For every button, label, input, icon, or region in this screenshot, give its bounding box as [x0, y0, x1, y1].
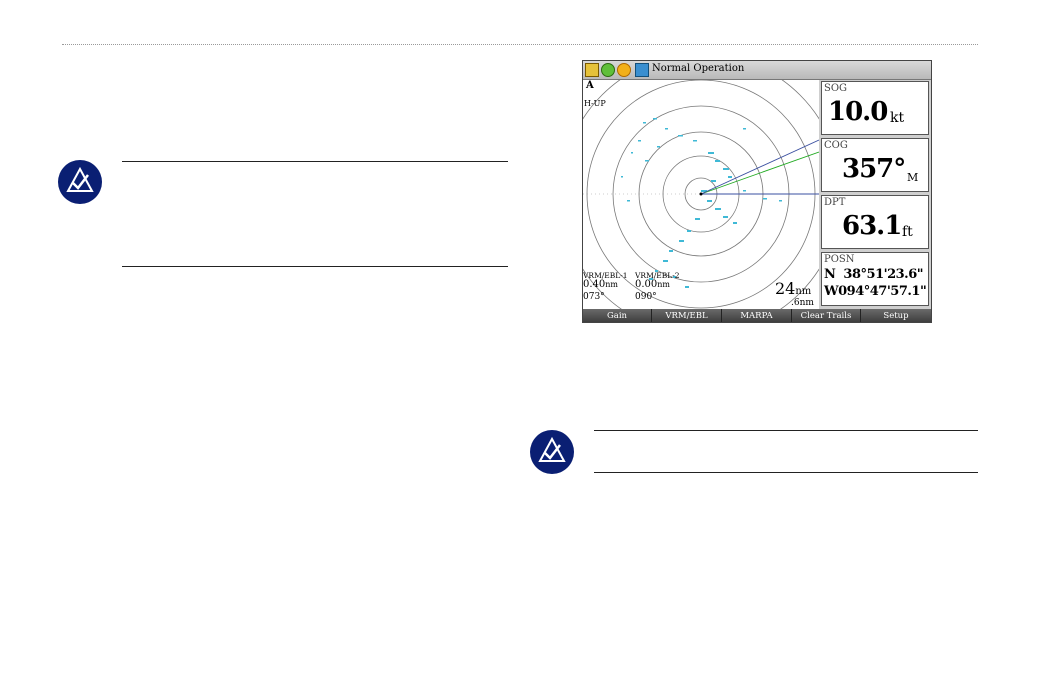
radar-echo [679, 240, 684, 242]
sun-icon [617, 63, 631, 77]
radar-echo [669, 250, 673, 252]
radar-echo [621, 176, 623, 178]
radar-echo [733, 222, 737, 224]
data-panel: SOG 10.0 kt COG 357° M DPT 63.1 ft POSN … [819, 80, 931, 309]
radar-echo [678, 135, 683, 137]
range-scale: 24nm [775, 279, 812, 298]
note-bottom-rule [594, 472, 978, 473]
radar-echo [711, 180, 716, 182]
ebl-line [700, 139, 819, 195]
status-bar: Normal Operation [583, 61, 931, 80]
north-arrow-icon: A [586, 80, 594, 91]
radar-echo [627, 200, 630, 202]
cog-label: COG [824, 140, 848, 151]
radar-echo [657, 146, 660, 148]
note-top-rule [594, 430, 978, 431]
radar-echo [665, 128, 668, 130]
sog-label: SOG [824, 83, 848, 94]
posn-longitude: W094°47'57.1" [824, 284, 927, 299]
cog-unit: M [907, 171, 919, 184]
vrm-ebl-1-range: 0.40nm [583, 279, 619, 290]
heading-line [700, 151, 819, 195]
posn-latitude: N 38°51'23.6" [824, 267, 924, 282]
sog-unit: kt [890, 110, 905, 126]
dpt-value: 63.1 [842, 211, 902, 241]
own-vessel-marker [699, 192, 703, 196]
note-bottom-rule [122, 266, 508, 267]
ring-spacing: .6nm [791, 298, 814, 308]
radar-echo [763, 198, 767, 200]
radar-echo [631, 152, 633, 154]
vrm-ebl-2-bearing: 090° [635, 292, 657, 302]
sog-field[interactable]: SOG 10.0 kt [821, 81, 929, 135]
marpa-softkey[interactable]: MARPA [722, 309, 792, 322]
note-icon [530, 430, 574, 474]
dpt-unit: ft [902, 224, 913, 240]
radar-echo [645, 160, 649, 162]
vrm-ebl-2-range: 0.00nm [635, 279, 671, 290]
radar-echo [685, 286, 689, 288]
setup-softkey[interactable]: Setup [861, 309, 931, 322]
sog-value: 10.0 [828, 97, 888, 127]
radar-echo [715, 208, 721, 210]
radar-echo [687, 230, 691, 232]
radar-echo [643, 122, 646, 124]
gps-signal-icon [601, 63, 615, 77]
radar-echo [663, 260, 668, 262]
note-top-rule [122, 161, 508, 162]
radar-echo [707, 200, 712, 202]
radar-transmit-icon [635, 63, 649, 77]
radar-echo [723, 216, 728, 218]
note-icon [58, 160, 102, 204]
gain-softkey[interactable]: Gain [583, 309, 652, 322]
status-text: Normal Operation [652, 63, 745, 74]
radar-echo [779, 200, 782, 202]
radar-echo [653, 118, 657, 120]
radar-echo [708, 152, 714, 154]
radar-screen: Normal Operation A H-UP VRM/EBL-1 0.40nm… [582, 60, 932, 323]
vrm-ebl-1-bearing: 073° [583, 292, 605, 302]
radar-echo [723, 168, 729, 170]
radar-echo [743, 128, 746, 130]
radar-echo [638, 140, 641, 142]
dpt-label: DPT [824, 197, 846, 208]
heading-mode: H-UP [584, 99, 606, 108]
clear-trails-softkey[interactable]: Clear Trails [792, 309, 861, 322]
posn-field[interactable]: POSN N 38°51'23.6" W094°47'57.1" [821, 252, 929, 306]
radar-echo [695, 218, 700, 220]
radar-echo [728, 176, 732, 178]
softkey-bar: Gain VRM/EBL MARPA Clear Trails Setup [583, 309, 931, 322]
dpt-field[interactable]: DPT 63.1 ft [821, 195, 929, 249]
posn-label: POSN [824, 254, 855, 265]
alarm-bell-icon [585, 63, 599, 77]
radar-echo [715, 160, 720, 162]
radar-display: A H-UP VRM/EBL-1 0.40nm 073° VRM/EBL-2 0… [583, 80, 819, 309]
cog-value: 357° [842, 154, 906, 184]
radar-echo [743, 190, 746, 192]
radar-echo [693, 140, 697, 142]
page-header-rule [62, 44, 978, 45]
vrm-ebl-softkey[interactable]: VRM/EBL [652, 309, 722, 322]
cog-field[interactable]: COG 357° M [821, 138, 929, 192]
